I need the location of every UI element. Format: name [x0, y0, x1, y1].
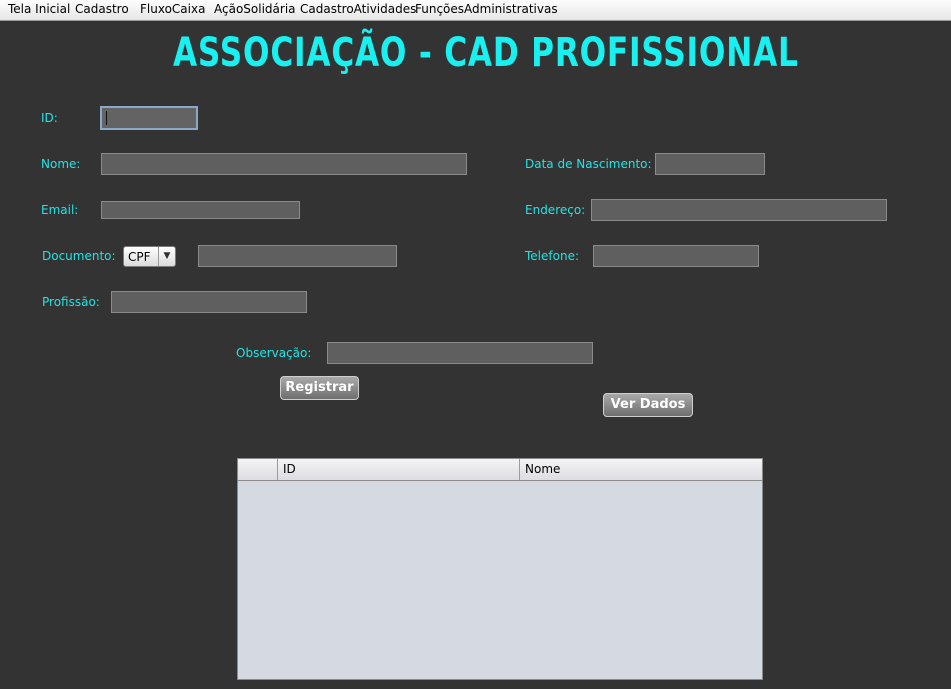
- nome-label: Nome:: [41, 157, 81, 171]
- table-header: ID Nome: [238, 459, 762, 481]
- documento-type-select[interactable]: CPF ▼: [123, 246, 176, 267]
- observacao-label: Observação:: [236, 346, 312, 360]
- nascimento-field[interactable]: [655, 153, 765, 175]
- registrar-button[interactable]: Registrar: [280, 376, 359, 400]
- chevron-down-icon[interactable]: ▼: [158, 247, 175, 266]
- endereco-label: Endereço:: [525, 203, 586, 217]
- menu-fluxo-caixa[interactable]: FluxoCaixa: [140, 2, 205, 16]
- telefone-field[interactable]: [593, 245, 759, 267]
- documento-type-value: CPF: [128, 250, 151, 264]
- documento-label: Documento:: [42, 249, 116, 263]
- telefone-label: Telefone:: [525, 249, 579, 263]
- text-caret: [106, 111, 107, 125]
- page-title: ASSOCIAÇÃO - CAD PROFISSIONAL: [173, 30, 799, 76]
- documento-field[interactable]: [198, 245, 397, 267]
- endereco-field[interactable]: [591, 199, 887, 221]
- observacao-field[interactable]: [327, 342, 593, 364]
- menu-cadastro[interactable]: Cadastro: [75, 2, 129, 16]
- column-header-nome[interactable]: Nome: [520, 459, 762, 480]
- menu-bar: Tela Inicial Cadastro FluxoCaixa AçãoSol…: [0, 0, 951, 21]
- email-field[interactable]: [101, 201, 300, 219]
- profissao-field[interactable]: [111, 291, 307, 313]
- data-table[interactable]: ID Nome: [237, 458, 763, 680]
- menu-funcoes-administrativas[interactable]: FunçõesAdministrativas: [415, 2, 558, 16]
- id-field[interactable]: [100, 106, 198, 130]
- column-header-index[interactable]: [238, 459, 278, 480]
- nome-field[interactable]: [101, 153, 467, 175]
- ver-dados-button[interactable]: Ver Dados: [603, 393, 693, 417]
- menu-tela-inicial[interactable]: Tela Inicial: [8, 2, 70, 16]
- column-header-id[interactable]: ID: [278, 459, 520, 480]
- id-label: ID:: [41, 111, 58, 125]
- menu-cadastro-atividades[interactable]: CadastroAtividades: [300, 2, 416, 16]
- menu-acao-solidaria[interactable]: AçãoSolidária: [214, 2, 296, 16]
- nascimento-label: Data de Nascimento:: [525, 157, 652, 171]
- email-label: Email:: [41, 203, 79, 217]
- profissao-label: Profissão:: [42, 295, 100, 309]
